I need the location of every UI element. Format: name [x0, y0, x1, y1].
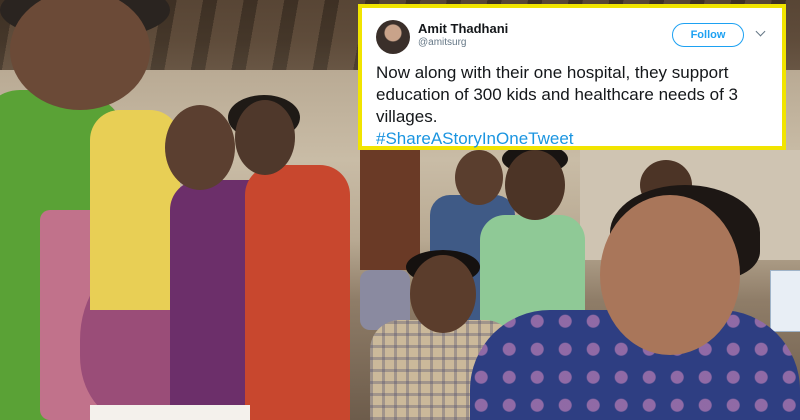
doorway: [360, 150, 420, 270]
woman-head: [235, 100, 295, 175]
user-handle[interactable]: @amitsurg: [418, 36, 672, 49]
medicine-box: [770, 270, 800, 332]
woman-head: [165, 105, 235, 190]
doctor-head: [600, 195, 740, 355]
paper: [90, 405, 250, 420]
hashtag-link[interactable]: #ShareAStoryInOneTweet: [376, 129, 574, 148]
tweet-text: Now along with their one hospital, they …: [376, 62, 768, 150]
tweet-header: Amit Thadhani @amitsurg Follow: [376, 18, 768, 56]
boy-head: [410, 255, 476, 333]
chevron-down-icon[interactable]: [754, 27, 768, 41]
tweet-author: Amit Thadhani @amitsurg: [418, 21, 672, 49]
tweet-body: Now along with their one hospital, they …: [376, 63, 738, 126]
boy-head: [455, 150, 503, 205]
avatar[interactable]: [376, 20, 410, 54]
tweet-card: Amit Thadhani @amitsurg Follow Now along…: [358, 4, 786, 150]
boy-head: [505, 150, 565, 220]
follow-button[interactable]: Follow: [672, 23, 744, 47]
woman-head: [10, 0, 150, 110]
woman-red-sari: [245, 165, 350, 420]
display-name[interactable]: Amit Thadhani: [418, 21, 672, 36]
